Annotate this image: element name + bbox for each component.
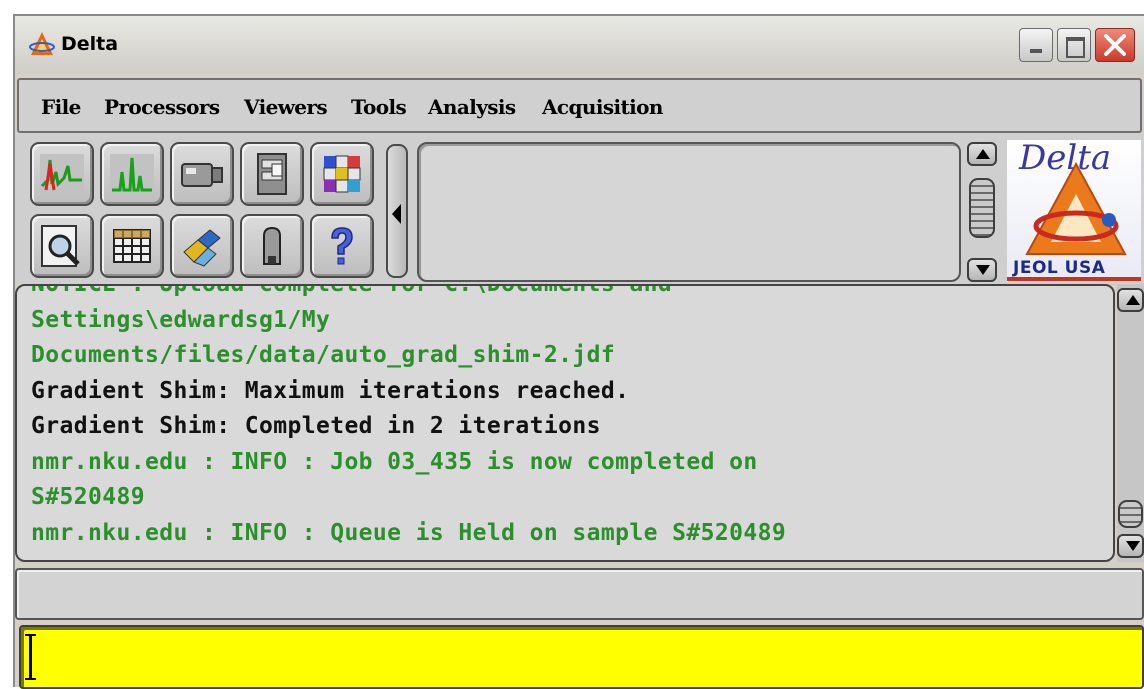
- log-lines: NOTICE : Upload complete for C:\Document…: [31, 284, 787, 551]
- magnet-icon: [263, 226, 281, 265]
- log-scrollbar[interactable]: [1117, 284, 1144, 562]
- file-cabinet-button[interactable]: [240, 142, 304, 206]
- window-title: Delta: [61, 33, 119, 55]
- menu-file[interactable]: File: [41, 95, 81, 119]
- menu-analysis[interactable]: Analysis: [428, 95, 516, 119]
- toolbar-collapse-handle[interactable]: [386, 144, 408, 278]
- log-line: Settings\edwardsg1/My: [31, 306, 331, 333]
- puzzle-button[interactable]: [170, 214, 234, 278]
- log-scroll-down-button[interactable]: [1117, 534, 1144, 558]
- toolbar-scrollbar[interactable]: [967, 142, 1001, 282]
- logo-underline: [1007, 277, 1141, 281]
- logo-company: JEOL USA: [1013, 258, 1106, 278]
- peaks-icon: [110, 154, 154, 194]
- close-icon: [1104, 34, 1126, 56]
- log-scroll-up-button[interactable]: [1117, 288, 1144, 312]
- status-bar: [15, 568, 1144, 620]
- delta-app-icon: [29, 32, 55, 55]
- toolbar-scroll-up-button[interactable]: [967, 142, 997, 166]
- help-icon: [331, 227, 353, 265]
- spectrum-icon: [40, 154, 84, 194]
- menu-processors[interactable]: Processors: [104, 95, 220, 119]
- menu-tools[interactable]: Tools: [351, 95, 407, 119]
- log-line: nmr.nku.edu : INFO : Job 03_435 is now c…: [31, 448, 758, 475]
- log-line: Gradient Shim: Completed in 2 iterations: [31, 413, 601, 439]
- close-button[interactable]: [1095, 28, 1135, 62]
- inspect-button[interactable]: [30, 214, 94, 278]
- log-line: Documents/files/data/auto_grad_shim-2.jd…: [31, 342, 616, 368]
- peaks-button[interactable]: [100, 142, 164, 206]
- table-button[interactable]: [100, 214, 164, 278]
- log-scroll-thumb[interactable]: [1118, 500, 1143, 528]
- help-button[interactable]: [310, 214, 374, 278]
- maximize-button[interactable]: [1057, 28, 1091, 62]
- log-line: Gradient Shim: Maximum iterations reache…: [31, 377, 630, 404]
- command-input[interactable]: [19, 625, 1144, 689]
- delta-logo: Delta JEOL USA: [1007, 140, 1141, 282]
- camera-button[interactable]: [170, 142, 234, 206]
- log-line: nmr.nku.edu : INFO : Queue is Held on sa…: [31, 519, 787, 546]
- toolbar-panel: [417, 142, 961, 282]
- log-line: NOTICE : Upload complete for C:\Document…: [31, 284, 673, 297]
- log-line: S#520489: [31, 484, 145, 510]
- delta-triangle-icon: [1025, 161, 1127, 255]
- menu-acquisition[interactable]: Acquisition: [542, 95, 663, 119]
- puzzle-icon: [183, 229, 221, 267]
- spectrum-button[interactable]: [30, 142, 94, 206]
- delta-window: Delta File Processors Viewers Tools Anal…: [13, 14, 1144, 689]
- toolbar: Delta JEOL USA: [15, 134, 1144, 284]
- minimize-button[interactable]: [1019, 28, 1053, 62]
- toolbar-scroll-down-button[interactable]: [967, 258, 997, 282]
- menu-viewers[interactable]: Viewers: [244, 95, 328, 119]
- title-bar[interactable]: Delta: [15, 16, 1144, 74]
- camera-icon: [181, 163, 223, 187]
- colored-blocks-button[interactable]: [310, 142, 374, 206]
- colored-blocks-icon: [323, 155, 361, 193]
- menu-bar: File Processors Viewers Tools Analysis A…: [17, 78, 1142, 133]
- file-cabinet-icon: [257, 153, 287, 195]
- toolbar-scroll-thumb[interactable]: [969, 178, 995, 238]
- magnet-button[interactable]: [240, 214, 304, 278]
- table-icon: [113, 229, 151, 263]
- magnifier-icon: [41, 225, 80, 267]
- text-cursor-icon: [25, 634, 36, 680]
- message-log[interactable]: NOTICE : Upload complete for C:\Document…: [15, 284, 1115, 562]
